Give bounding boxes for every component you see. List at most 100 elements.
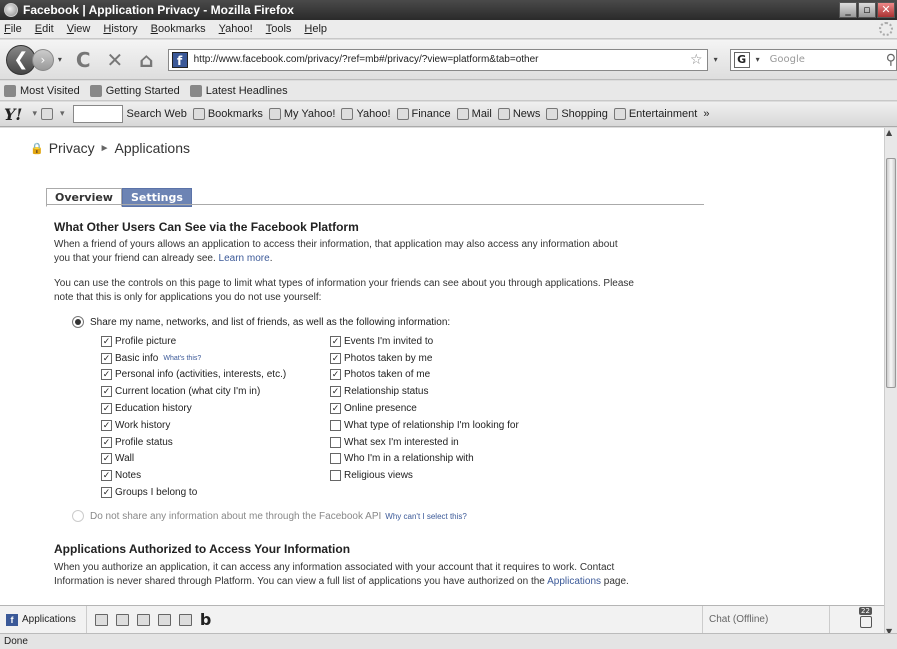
events-icon[interactable] (136, 613, 150, 626)
menu-history[interactable]: History (103, 23, 137, 35)
home-button[interactable]: ⌂ (139, 48, 153, 72)
checkbox-checked[interactable]: ✓ (101, 403, 112, 415)
url-dropdown-icon[interactable]: ▾ (714, 55, 718, 64)
scroll-thumb[interactable] (886, 158, 896, 388)
pencil-dropdown-icon[interactable]: ▾ (60, 109, 65, 119)
yahoo-logo[interactable]: Y! (4, 105, 22, 124)
checkbox-row[interactable]: ✓ Current location (what city I'm in) (101, 383, 286, 400)
search-engine-dropdown-icon[interactable]: ▾ (756, 55, 760, 64)
bookmark-latest-headlines[interactable]: Latest Headlines (189, 84, 288, 97)
yahoo-item-mail[interactable]: Mail (456, 108, 492, 120)
checkbox-row[interactable]: Religious views (330, 467, 519, 484)
stop-button[interactable]: ✕ (107, 48, 124, 72)
checkbox-unchecked[interactable] (330, 470, 341, 482)
learn-more-link[interactable]: Learn more (219, 253, 270, 264)
checkbox-checked[interactable]: ✓ (101, 487, 112, 499)
applications-page-link[interactable]: Applications (547, 576, 601, 587)
menu-help[interactable]: Help (304, 23, 327, 35)
checkbox-row[interactable]: ✓ Personal info (activities, interests, e… (101, 367, 286, 384)
yahoo-item-yahoo[interactable]: Yahoo! (341, 108, 391, 120)
close-button[interactable]: ✕ (877, 2, 895, 18)
video-icon[interactable] (178, 613, 192, 626)
yahoo-dropdown-icon[interactable]: ▾ (32, 109, 37, 119)
checkbox-checked[interactable]: ✓ (330, 352, 341, 364)
chat-button[interactable]: Chat (Offline) (702, 606, 830, 633)
checkbox-row[interactable]: ✓ Groups I belong to (101, 484, 286, 501)
checkbox-row[interactable]: ✓ Photos taken of me (330, 367, 519, 384)
checkbox-checked[interactable]: ✓ (101, 386, 112, 398)
checkbox-row[interactable]: Who I'm in a relationship with (330, 451, 519, 468)
breadcrumb-privacy[interactable]: Privacy (49, 140, 95, 156)
friends-icon[interactable] (115, 613, 129, 626)
checkbox-checked[interactable]: ✓ (101, 419, 112, 431)
checkbox-checked[interactable]: ✓ (101, 470, 112, 482)
checkbox-checked[interactable]: ✓ (330, 403, 341, 415)
whats-this-link[interactable]: What's this? (163, 355, 201, 362)
pencil-icon[interactable] (40, 108, 53, 120)
checkbox-row[interactable]: ✓ Online presence (330, 400, 519, 417)
checkbox-row[interactable]: ✓ Relationship status (330, 383, 519, 400)
url-bar[interactable]: f http://www.facebook.com/privacy/?ref=m… (167, 48, 708, 71)
checkbox-row[interactable]: ✓ Notes (101, 467, 286, 484)
scroll-up-arrow-icon[interactable]: ▲ (886, 128, 892, 137)
menu-view[interactable]: View (67, 23, 91, 35)
search-input[interactable]: Google (770, 54, 848, 65)
checkbox-row[interactable]: ✓ Events I'm invited to (330, 333, 519, 350)
yahoo-search-input[interactable] (72, 105, 123, 123)
yahoo-item-entertainment[interactable]: Entertainment (613, 108, 697, 120)
checkbox-checked[interactable]: ✓ (330, 386, 341, 398)
google-icon[interactable]: G (733, 51, 750, 68)
checkbox-row[interactable]: ✓ Basic info What's this? (101, 350, 286, 367)
search-bar[interactable]: G ▾ Google ⚲ (729, 48, 897, 71)
yahoo-item-bookmarks[interactable]: Bookmarks (192, 108, 263, 120)
checkbox-unchecked[interactable] (330, 419, 341, 431)
checkbox-row[interactable]: ✓ Profile picture (101, 333, 286, 350)
applications-menu-button[interactable]: f Applications (6, 606, 87, 633)
menu-tools[interactable]: Tools (266, 23, 292, 35)
why-cant-select-link[interactable]: Why can't I select this? (385, 512, 467, 521)
bookmark-app-icon[interactable]: b (200, 610, 211, 629)
menu-bookmarks[interactable]: Bookmarks (151, 23, 206, 35)
checkbox-row[interactable]: What type of relationship I'm looking fo… (330, 417, 519, 434)
minimize-button[interactable]: _ (839, 2, 857, 18)
url-text[interactable]: http://www.facebook.com/privacy/?ref=mb#… (194, 54, 690, 65)
share-radio-row[interactable]: Share my name, networks, and list of fri… (72, 316, 450, 328)
checkbox-checked[interactable]: ✓ (101, 335, 112, 347)
checkbox-unchecked[interactable] (330, 453, 341, 465)
photos-icon[interactable] (94, 613, 108, 626)
bookmark-most-visited[interactable]: Most Visited (4, 84, 80, 97)
search-icon[interactable]: ⚲ (886, 52, 896, 68)
checkbox-checked[interactable]: ✓ (101, 436, 112, 448)
checkbox-unchecked[interactable] (330, 436, 341, 448)
yahoo-more-button[interactable]: » (703, 108, 709, 120)
checkbox-checked[interactable]: ✓ (330, 369, 341, 381)
checkbox-checked[interactable]: ✓ (101, 352, 112, 364)
menu-file[interactable]: File (4, 23, 22, 35)
history-dropdown-icon[interactable]: ▾ (58, 55, 62, 64)
checkbox-row[interactable]: ✓ Photos taken by me (330, 350, 519, 367)
checkbox-row[interactable]: ✓ Wall (101, 451, 286, 468)
yahoo-search-web-button[interactable]: Search Web (127, 108, 187, 120)
menu-yahoo[interactable]: Yahoo! (219, 23, 253, 35)
yahoo-item-my-yahoo[interactable]: My Yahoo! (268, 108, 335, 120)
bookmark-star-icon[interactable]: ☆ (690, 52, 703, 68)
maximize-button[interactable]: ▫ (858, 2, 876, 18)
yahoo-item-news[interactable]: News (497, 108, 540, 120)
yahoo-item-finance[interactable]: Finance (396, 108, 451, 120)
vertical-scrollbar[interactable]: ▲ ▼ (884, 128, 897, 638)
yahoo-item-shopping[interactable]: Shopping (546, 108, 608, 120)
checkbox-row[interactable]: ✓ Education history (101, 400, 286, 417)
reload-button[interactable]: C (76, 48, 91, 72)
checkbox-checked[interactable]: ✓ (101, 453, 112, 465)
bookmark-getting-started[interactable]: Getting Started (89, 84, 180, 97)
checkbox-row[interactable]: ✓ Profile status (101, 434, 286, 451)
forward-button[interactable]: › (31, 48, 54, 71)
checkbox-checked[interactable]: ✓ (330, 335, 341, 347)
checkbox-row[interactable]: What sex I'm interested in (330, 434, 519, 451)
checkbox-row[interactable]: ✓ Work history (101, 417, 286, 434)
notes-icon[interactable] (157, 613, 171, 626)
share-radio[interactable] (72, 316, 84, 328)
checkbox-checked[interactable]: ✓ (101, 369, 112, 381)
menu-edit[interactable]: Edit (35, 23, 54, 35)
notifications-button[interactable]: 22 (858, 607, 876, 630)
